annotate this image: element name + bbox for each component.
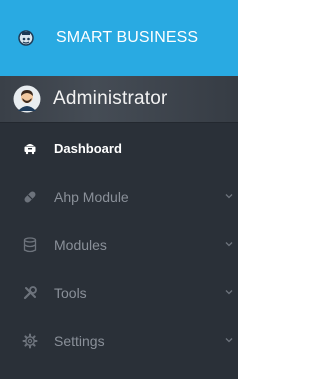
logo-icon bbox=[16, 28, 36, 48]
chevron-down-icon bbox=[224, 287, 234, 297]
sidebar-item-label: Dashboard bbox=[54, 140, 122, 156]
sidebar-item-tools[interactable]: Tools bbox=[0, 269, 238, 317]
gear-icon bbox=[22, 333, 38, 349]
sidebar-item-settings[interactable]: Settings bbox=[0, 317, 238, 365]
user-name: Administrator bbox=[53, 88, 168, 109]
sidebar-item-ahp-module[interactable]: Ahp Module bbox=[0, 173, 238, 221]
chevron-down-icon bbox=[224, 335, 234, 345]
avatar bbox=[13, 85, 41, 113]
pill-icon bbox=[22, 189, 38, 205]
sidebar-item-label: Modules bbox=[54, 237, 107, 253]
brand-header[interactable]: SMART BUSINESS bbox=[0, 0, 238, 76]
sidebar-item-label: Settings bbox=[54, 333, 105, 349]
dashboard-icon bbox=[22, 140, 38, 156]
chevron-down-icon bbox=[224, 239, 234, 249]
sidebar-menu: Dashboard Ahp Module Modules Tools Setti… bbox=[0, 123, 238, 365]
sidebar-item-label: Tools bbox=[54, 285, 87, 301]
tools-icon bbox=[22, 285, 38, 301]
sidebar: SMART BUSINESS Administrator Dashboard A… bbox=[0, 0, 238, 379]
sidebar-item-label: Ahp Module bbox=[54, 189, 129, 205]
database-icon bbox=[22, 237, 38, 253]
user-profile[interactable]: Administrator bbox=[0, 76, 238, 123]
chevron-down-icon bbox=[224, 191, 234, 201]
brand-title: SMART BUSINESS bbox=[56, 29, 199, 46]
sidebar-item-modules[interactable]: Modules bbox=[0, 221, 238, 269]
sidebar-item-dashboard[interactable]: Dashboard bbox=[0, 123, 238, 173]
